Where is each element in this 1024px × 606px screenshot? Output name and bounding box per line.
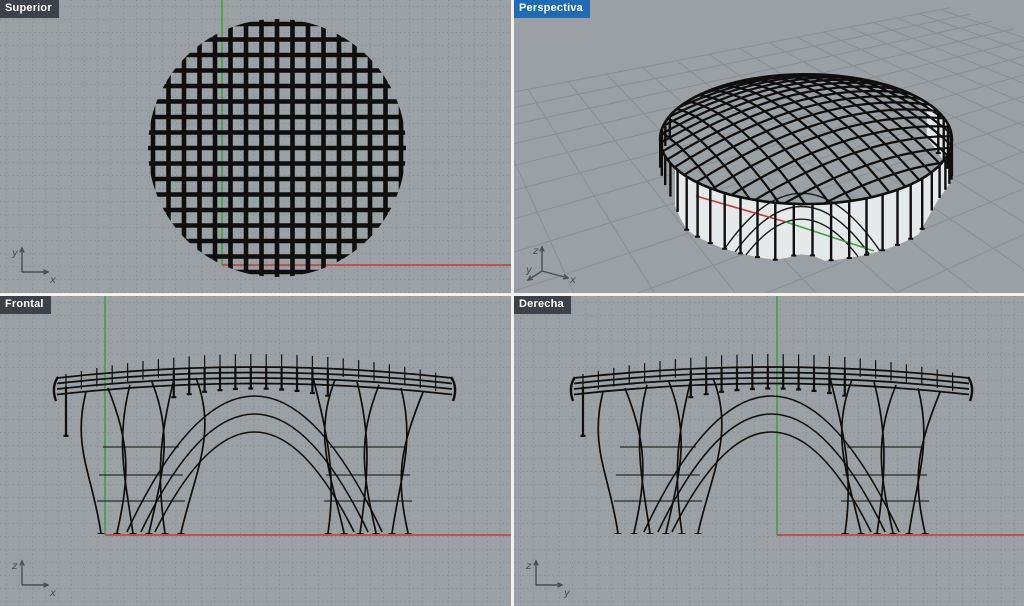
derecha-canvas[interactable] — [514, 296, 1024, 606]
viewport-frontal[interactable]: Frontal zx — [0, 296, 511, 606]
viewport-superior[interactable]: Superior yx — [0, 0, 511, 293]
viewport-tab-perspectiva[interactable]: Perspectiva — [514, 0, 590, 18]
perspectiva-canvas[interactable] — [514, 0, 1024, 293]
viewport-grid: Superior yx Perspectiva zyx Frontal zx D… — [0, 0, 1024, 606]
superior-canvas[interactable] — [0, 0, 511, 293]
viewport-tab-frontal[interactable]: Frontal — [0, 296, 51, 314]
frontal-canvas[interactable] — [0, 296, 511, 606]
viewport-tab-superior[interactable]: Superior — [0, 0, 59, 18]
viewport-perspectiva[interactable]: Perspectiva zyx — [514, 0, 1024, 293]
viewport-derecha[interactable]: Derecha zy — [514, 296, 1024, 606]
viewport-tab-derecha[interactable]: Derecha — [514, 296, 571, 314]
